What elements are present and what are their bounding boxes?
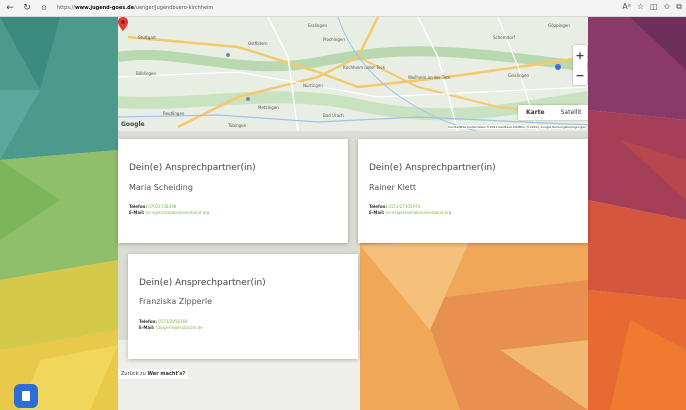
- browser-toolbar: ← ↻ ⊙ https://www.jugend-goes.de/uenger/…: [0, 0, 686, 17]
- split-screen-icon[interactable]: ◫: [650, 2, 658, 12]
- chat-widget-button[interactable]: [14, 384, 38, 408]
- contact-card: Dein(e) Ansprechpartner(in) Rainer Klett…: [358, 139, 588, 243]
- map-label-goeppingen: Göppingen: [548, 23, 570, 28]
- map-label-schorndorf: Schorndorf: [493, 35, 515, 40]
- card-title: Dein(e) Ansprechpartner(in): [129, 163, 256, 173]
- contact-card: Dein(e) Ansprechpartner(in) Franziska Zi…: [128, 254, 358, 359]
- reload-icon[interactable]: ↻: [20, 1, 34, 15]
- map-label-nuertingen: Nürtingen: [303, 83, 323, 88]
- favorite-star-icon[interactable]: ☆: [637, 2, 644, 12]
- zoom-out-button[interactable]: −: [575, 69, 584, 82]
- email-label: E-Mail:: [369, 210, 385, 215]
- email-link[interactable]: jrs-e@kreisdiakonieverband.org: [146, 210, 209, 215]
- back-link-target: Wer macht's?: [147, 371, 186, 377]
- card-title: Dein(e) Ansprechpartner(in): [369, 163, 496, 173]
- map-label-boeblingen: Böblingen: [136, 71, 156, 76]
- map-label-tuebingen: Tübingen: [227, 123, 247, 128]
- contact-details: Telefon: 0151/27105970 E-Mail: jrs-es@kr…: [369, 204, 451, 216]
- map-type-switch: Karte Satellit: [518, 105, 588, 120]
- lock-icon: ⊙: [41, 4, 47, 12]
- card-title: Dein(e) Ansprechpartner(in): [139, 278, 266, 288]
- url-domain: www.jugend-goes.de: [74, 5, 135, 11]
- map-label-geislingen: Geislingen: [508, 73, 530, 78]
- email-label: E-Mail:: [129, 210, 145, 215]
- email-link[interactable]: jrs-es@kreisdiakonieverband.org: [386, 210, 452, 215]
- map-zoom-controls: + −: [573, 45, 587, 85]
- email-link[interactable]: f.zipperle@leubicom.de: [156, 325, 203, 330]
- back-link[interactable]: Zurück zu Wer macht's?: [118, 369, 189, 379]
- favorites-icon[interactable]: ✩: [664, 2, 671, 12]
- location-pin-icon[interactable]: [118, 17, 128, 31]
- map-label-plochingen: Plochingen: [323, 37, 345, 42]
- contact-name: Rainer Klett: [369, 183, 416, 192]
- contact-card: Dein(e) Ansprechpartner(in) Maria Scheid…: [118, 139, 348, 243]
- map-label-reutlingen: Reutlingen: [163, 111, 185, 116]
- read-aloud-icon[interactable]: Aᵃ: [622, 2, 631, 12]
- collections-icon[interactable]: ⧉: [676, 2, 682, 12]
- contact-details: Telefon: 07021738398 E-Mail: jrs-e@kreis…: [129, 204, 209, 216]
- map-label-bad-urach: Bad Urach: [323, 113, 344, 118]
- chat-icon: [22, 391, 30, 401]
- url-prefix: https://: [57, 5, 75, 11]
- map-label-metzingen: Metzingen: [258, 105, 279, 110]
- map-type-karte-button[interactable]: Karte: [518, 105, 553, 120]
- phone-link[interactable]: 0171/2958369: [158, 319, 187, 324]
- phone-link[interactable]: 0151/27105970: [388, 204, 420, 209]
- phone-label: Telefon:: [139, 319, 157, 324]
- map-label-kirchheim: Kirchheim unter Teck: [343, 65, 386, 70]
- google-map[interactable]: Esslingen Stuttgart Ostfildern Plochinge…: [118, 17, 588, 132]
- google-logo: Google: [121, 121, 145, 128]
- email-label: E-Mail:: [139, 325, 155, 330]
- address-bar[interactable]: https://www.jugend-goes.de/uenger/jugend…: [57, 5, 213, 11]
- url-path: /uenger/jugendbuero-kirchheim: [134, 5, 214, 11]
- map-label-ostfildern: Ostfildern: [248, 41, 268, 46]
- map-label-stuttgart: Stuttgart: [138, 35, 156, 40]
- map-type-satellit-button[interactable]: Satellit: [553, 105, 588, 120]
- phone-label: Telefon:: [129, 204, 147, 209]
- map-label-weilheim: Weilheim an der Teck: [408, 75, 451, 80]
- contact-name: Franziska Zipperle: [139, 297, 213, 306]
- map-attribution[interactable]: Kurzbefehle Kartendaten ©2024 GeoBasis-D…: [448, 125, 586, 129]
- zoom-in-button[interactable]: +: [575, 49, 584, 62]
- contact-details: Telefon: 0171/2958369 E-Mail: f.zipperle…: [139, 319, 203, 331]
- phone-label: Telefon:: [369, 204, 387, 209]
- contact-name: Maria Scheiding: [129, 183, 193, 192]
- back-arrow-icon[interactable]: ←: [3, 1, 17, 15]
- back-link-prefix: Zurück zu: [121, 371, 146, 377]
- phone-link[interactable]: 07021738398: [148, 204, 176, 209]
- map-label-esslingen: Esslingen: [308, 23, 327, 28]
